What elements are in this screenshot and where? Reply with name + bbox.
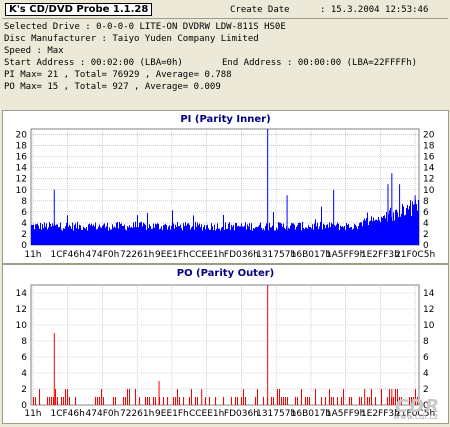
x-tick-label: CCEE1h [189,250,224,260]
pi-chart-title: PI (Parity Inner) [180,114,271,125]
y-tick-label-right: 20 [423,131,435,141]
x-tick-label: 72261h [120,250,154,260]
y-tick-label: 4 [21,219,27,229]
y-tick-label: 2 [21,230,27,240]
y-tick-label-right: 10 [423,321,435,331]
x-tick-label: 1A5FF9h [326,250,365,260]
watermark-url: www.cdr.cz [393,412,438,421]
disc-manufacturer: Disc Manufacturer : Taiyo Yuden Company … [4,34,259,44]
po-stats: PO Max= 15 , Total= 927 , Average= 0.009 [4,82,221,92]
y-tick-label: 8 [21,337,27,347]
create-date-label: Create Date [230,5,290,15]
x-tick-label: FD036h [224,250,259,260]
x-tick-label: 1A5FF9h [326,409,365,419]
y-tick-label: 12 [16,305,27,315]
y-tick-label-right: 14 [423,164,435,174]
y-tick-label: 14 [16,289,28,299]
y-tick-label: 6 [21,353,27,363]
y-tick-label-right: 4 [423,219,429,229]
y-tick-label: 14 [16,164,28,174]
y-tick-label-right: 14 [423,289,435,299]
y-tick-label-right: 18 [423,142,435,152]
y-tick-label-right: 8 [423,337,429,347]
disc-info: Selected Drive : 0-0-0-0 LITE-ON DVDRW L… [4,21,444,93]
x-tick-label: 1CF46h [51,250,85,260]
po-chart-panel: PO (Parity Outer) 0 0 2 2 4 4 6 6 8 8 10 10 12 12 14 14… [2,264,449,424]
x-tick-label: CCEE1h [189,409,224,419]
pi-chart-panel: PI (Parity Inner) 0 0 2 2 4 4 6 6 8 8 10 10 12 12 14 14… [2,110,449,264]
speed: Speed : Max [4,46,64,56]
y-tick-label-right: 6 [423,208,429,218]
y-tick-label: 10 [16,186,28,196]
report-header: K's CD/DVD Probe 1.1.28 Create Date : 15… [0,0,450,110]
y-tick-label: 6 [21,208,27,218]
y-tick-label-right: 12 [423,305,434,315]
pi-stats: PI Max= 21 , Total= 76929 , Average= 0.7… [4,70,232,80]
y-tick-label-right: 10 [423,186,435,196]
x-tick-label: 11h [24,250,41,260]
y-tick-label-right: 12 [423,175,434,185]
pi-chart: 0 02 24 46 68 810 1012 1214 1416 1618 1820 2011h 1CF… [16,128,435,260]
x-tick-label: 11h [24,409,41,419]
y-tick-label-right: 8 [423,197,429,207]
x-tick-label: 21F0C5h [395,250,435,260]
y-tick-label-right: 2 [423,230,429,240]
po-chart-title: PO (Parity Outer) [176,268,275,279]
x-tick-label: 474F0h [86,409,120,419]
x-tick-label: 9EE1Fh [155,250,189,260]
start-address: Start Address : 00:02:00 (LBA=0h) [4,58,183,68]
create-date-value: : 15.3.2004 12:53:46 [320,5,429,15]
y-tick-label: 12 [16,175,27,185]
plot-area [30,284,420,406]
x-tick-label: 1CF46h [51,409,85,419]
x-tick-label: FD036h [224,409,259,419]
y-tick-label: 10 [16,321,28,331]
x-tick-label: 1E2FF3h [361,250,400,260]
y-tick-label-right: 2 [423,385,429,395]
selected-drive: Selected Drive : 0-0-0-0 LITE-ON DVDRW L… [4,22,286,32]
app-title: K's CD/DVD Probe 1.1.28 [5,3,153,16]
end-address: End Address : 00:00:00 (LBA=22FFFFh) [222,58,418,68]
x-tick-label: 9EE1Fh [155,409,189,419]
y-tick-label-right: 16 [423,153,435,163]
title-bar: K's CD/DVD Probe 1.1.28 Create Date : 15… [2,2,448,19]
po-chart: 0 02 24 46 68 810 1012 1214 1411h 1CF46h 474F0h 722… [16,284,435,419]
x-tick-label: 474F0h [86,250,120,260]
y-tick-label: 16 [16,153,28,163]
y-tick-label: 18 [16,142,28,152]
y-tick-label-right: 4 [423,369,429,379]
y-tick-label: 8 [21,197,27,207]
y-tick-label-right: 6 [423,353,429,363]
y-tick-label: 4 [21,369,27,379]
x-tick-label: 72261h [120,409,154,419]
y-tick-label: 20 [16,131,28,141]
y-tick-label: 2 [21,385,27,395]
